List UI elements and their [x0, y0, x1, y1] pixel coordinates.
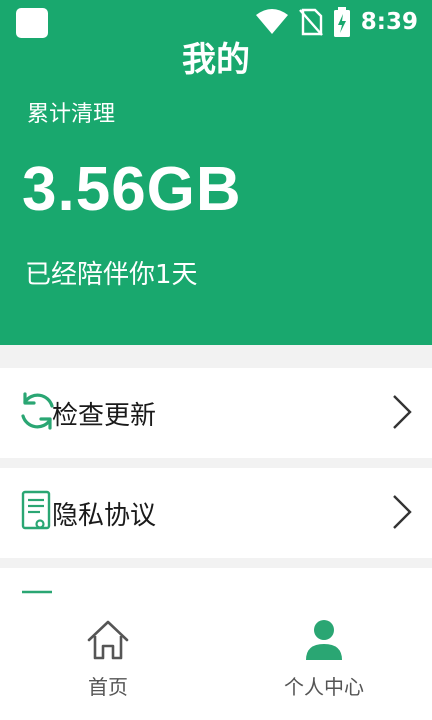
chevron-right-icon	[393, 495, 412, 529]
check-update-label: 检查更新	[52, 400, 157, 431]
person-icon	[306, 620, 342, 660]
total-cleaned-label: 累计清理	[27, 102, 116, 127]
companion-days-text: 已经陪伴你1天	[25, 260, 198, 290]
partial-menu-item[interactable]	[0, 568, 432, 594]
chevron-right-icon	[393, 395, 412, 429]
home-icon	[87, 620, 129, 660]
profile-header: 8:39 我的 累计清理 3.56GB 已经陪伴你1天	[0, 0, 432, 345]
check-update-item[interactable]: 检查更新	[0, 368, 432, 458]
nav-home[interactable]: 首页	[0, 594, 216, 720]
bottom-navigation: 首页 个人中心	[0, 594, 432, 720]
nav-profile[interactable]: 个人中心	[216, 594, 432, 720]
nav-home-label: 首页	[88, 675, 128, 699]
page-title: 我的	[182, 40, 250, 80]
privacy-agreement-item[interactable]: 隐私协议	[0, 468, 432, 558]
total-cleaned-value: 3.56GB	[22, 155, 242, 224]
nav-profile-label: 个人中心	[284, 675, 364, 699]
privacy-agreement-label: 隐私协议	[52, 500, 157, 531]
